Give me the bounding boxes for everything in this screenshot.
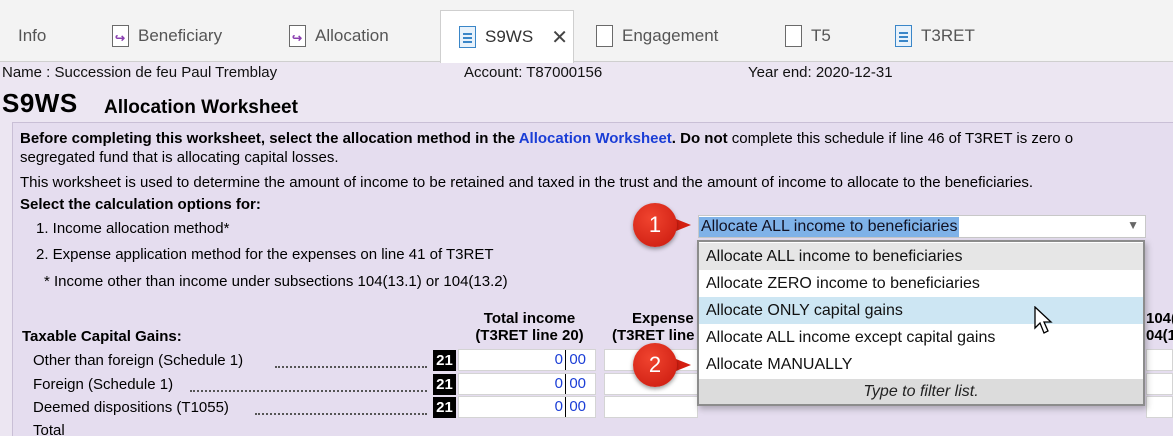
line-number-badge: 21 bbox=[433, 350, 456, 371]
year-end: Year end: 2020-12-31 bbox=[748, 64, 893, 81]
option-allocate-manually[interactable]: Allocate MANUALLY bbox=[699, 351, 1143, 378]
callout-1: 1 bbox=[633, 203, 691, 247]
col-total-income-header: Total income (T3RET line 20) bbox=[462, 310, 597, 344]
dropdown-arrow-icon[interactable]: ▼ bbox=[1127, 218, 1139, 232]
intro-text: . bbox=[671, 130, 681, 147]
col-header-line: Expense bbox=[632, 310, 694, 327]
line-number-badge: 21 bbox=[433, 397, 456, 418]
document-icon bbox=[785, 25, 802, 47]
decimal-separator bbox=[565, 397, 566, 417]
intro-text: Before completing this worksheet, select… bbox=[20, 130, 519, 147]
col-104-header: 104(1 04(1 bbox=[1146, 310, 1173, 344]
tab-label: T5 bbox=[811, 26, 831, 45]
leader-dots bbox=[190, 390, 427, 392]
leader-dots bbox=[255, 413, 427, 415]
form-arrow-icon: ↪ bbox=[112, 25, 129, 47]
tab-label: S9WS bbox=[485, 27, 534, 46]
intro-line2: segregated fund that is allocating capit… bbox=[20, 149, 339, 166]
intro-description: This worksheet is used to determine the … bbox=[20, 174, 1034, 191]
options-heading: Select the calculation options for: bbox=[20, 196, 261, 213]
tab-t3ret[interactable]: T3RET bbox=[895, 10, 975, 62]
decimal-separator bbox=[565, 374, 566, 394]
document-icon bbox=[596, 25, 613, 47]
tab-bar: Info ↪ Beneficiary ↪ Allocation S9WS ✕ E… bbox=[0, 0, 1173, 63]
col-header-line: (T3RET line bbox=[612, 327, 695, 344]
form-arrow-icon: ↪ bbox=[289, 25, 306, 47]
tab-label: Engagement bbox=[622, 26, 719, 45]
allocation-input[interactable] bbox=[1146, 396, 1173, 418]
worksheet-icon bbox=[895, 25, 912, 47]
amount-decimal: 00 bbox=[569, 398, 586, 415]
tab-label: Allocation bbox=[315, 26, 389, 45]
allocation-input[interactable] bbox=[1146, 373, 1173, 395]
option-allocate-capital-gains[interactable]: Allocate ONLY capital gains bbox=[699, 297, 1143, 324]
col-expense-header: Expense (T3RET line bbox=[612, 310, 702, 344]
footnote: * Income other than income under subsect… bbox=[44, 273, 508, 290]
client-name: Name : Succession de feu Paul Tremblay bbox=[2, 64, 278, 81]
option-expense-method-label: 2. Expense application method for the ex… bbox=[36, 246, 494, 263]
intro-text: Do not bbox=[680, 130, 728, 147]
amount-integer: 0 bbox=[554, 351, 563, 368]
intro-paragraph: Before completing this worksheet, select… bbox=[20, 130, 1073, 147]
tab-beneficiary[interactable]: ↪ Beneficiary bbox=[112, 10, 222, 62]
worksheet-icon bbox=[459, 26, 476, 48]
form-code: S9WS bbox=[2, 88, 78, 118]
page-title: Allocation Worksheet bbox=[104, 97, 298, 118]
tab-info[interactable]: Info bbox=[0, 10, 46, 62]
callout-number: 2 bbox=[633, 343, 677, 387]
filter-hint: Type to filter list. bbox=[699, 379, 1143, 404]
selected-value: Allocate ALL income to beneficiaries bbox=[699, 217, 960, 237]
tab-engagement[interactable]: Engagement bbox=[596, 10, 718, 62]
tab-label: T3RET bbox=[921, 26, 975, 45]
mouse-pointer-icon bbox=[1034, 306, 1053, 334]
intro-text: complete this schedule if line 46 of T3R… bbox=[727, 130, 1074, 147]
amount-integer: 0 bbox=[554, 398, 563, 415]
total-label: Total bbox=[33, 422, 65, 436]
account-number: Account: T87000156 bbox=[464, 64, 603, 81]
callout-2: 2 bbox=[633, 343, 691, 387]
option-allocate-all[interactable]: Allocate ALL income to beneficiaries bbox=[699, 243, 1143, 270]
amount-decimal: 00 bbox=[569, 351, 586, 368]
income-allocation-method-select[interactable]: Allocate ALL income to beneficiaries ▼ bbox=[698, 215, 1146, 238]
option-allocate-zero[interactable]: Allocate ZERO income to beneficiaries bbox=[699, 270, 1143, 297]
amount-input[interactable]: 0 00 bbox=[458, 349, 596, 371]
row-label: Foreign (Schedule 1) bbox=[33, 376, 174, 393]
tab-allocation[interactable]: ↪ Allocation bbox=[289, 10, 389, 62]
amount-input[interactable]: 0 00 bbox=[458, 396, 596, 418]
amount-integer: 0 bbox=[554, 375, 563, 392]
row-label: Other than foreign (Schedule 1) bbox=[33, 352, 244, 369]
decimal-separator bbox=[565, 350, 566, 370]
expense-input[interactable] bbox=[604, 396, 698, 418]
taxable-capital-gains-heading: Taxable Capital Gains: bbox=[22, 328, 182, 345]
line-number-badge: 21 bbox=[433, 374, 456, 395]
leader-dots bbox=[275, 366, 427, 368]
tab-label: Beneficiary bbox=[138, 26, 223, 45]
tab-s9ws[interactable]: S9WS ✕ bbox=[440, 10, 574, 63]
callout-number: 1 bbox=[633, 203, 677, 247]
col-header-line: 104(1 bbox=[1146, 310, 1173, 327]
col-header-line: 04(1 bbox=[1146, 327, 1173, 344]
allocation-method-dropdown: Allocate ALL income to beneficiaries All… bbox=[697, 240, 1145, 406]
col-header-line: (T3RET line 20) bbox=[475, 327, 584, 344]
tab-label: Info bbox=[18, 26, 47, 45]
amount-input[interactable]: 0 00 bbox=[458, 373, 596, 395]
close-icon[interactable]: ✕ bbox=[551, 25, 568, 50]
row-label: Deemed dispositions (T1055) bbox=[33, 399, 229, 416]
allocation-input[interactable] bbox=[1146, 349, 1173, 371]
col-header-line: Total income bbox=[483, 310, 576, 327]
tab-t5[interactable]: T5 bbox=[785, 10, 831, 62]
allocation-worksheet-link[interactable]: Allocation Worksheet bbox=[519, 130, 672, 147]
amount-decimal: 00 bbox=[569, 375, 586, 392]
option-allocate-except-capital-gains[interactable]: Allocate ALL income except capital gains bbox=[699, 324, 1143, 351]
option-income-method-label: 1. Income allocation method* bbox=[36, 220, 230, 237]
